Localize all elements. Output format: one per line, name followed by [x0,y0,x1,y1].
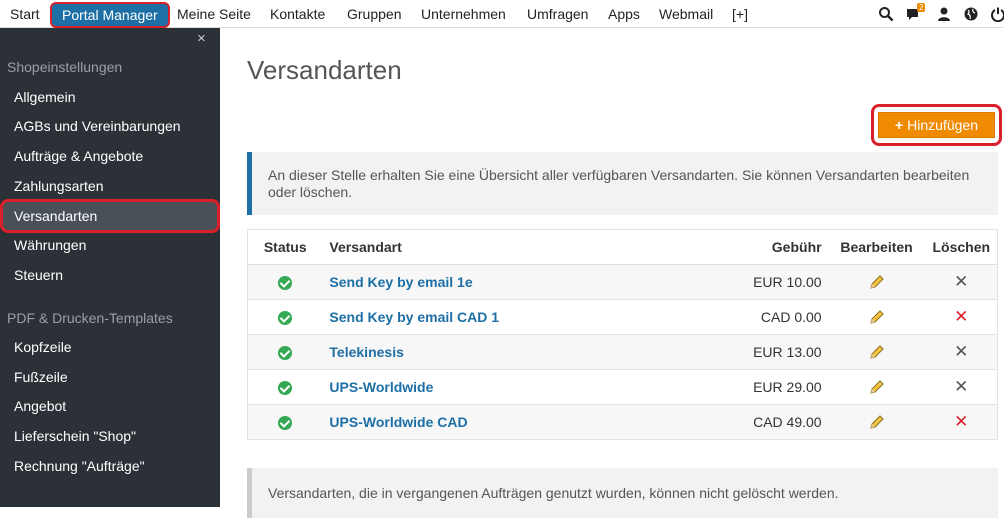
edit-pencil-icon[interactable] [868,413,886,431]
delete-cell: ✕ [925,334,998,370]
table-header-row: Status Versandart Gebühr Bearbeiten Lösc… [247,229,998,265]
fee-cell: CAD 49.00 [683,404,828,440]
nav-unternehmen[interactable]: Unternehmen [421,6,506,22]
fee-cell: EUR 13.00 [683,334,828,370]
status-ok-icon [278,346,293,361]
delete-icon[interactable]: ✕ [954,413,968,430]
header-name[interactable]: Versandart [322,229,684,265]
status-ok-icon [278,416,293,431]
delete-cell: ✕ [925,369,998,405]
nav-meine-seite[interactable]: Meine Seite [177,6,251,22]
sidebar-item-agbs[interactable]: AGBs und Vereinbarungen [14,118,181,134]
sidebar-item-kopfzeile[interactable]: Kopfzeile [14,339,72,355]
edit-cell [827,404,926,440]
status-cell [247,369,323,405]
top-navigation: Start Portal Manager Meine Seite Kontakt… [0,0,1004,28]
info-box: An dieser Stelle erhalten Sie eine Übers… [247,152,998,215]
name-cell: Telekinesis [322,334,684,370]
edit-pencil-icon[interactable] [868,308,886,326]
sidebar-item-rechnung[interactable]: Rechnung "Aufträge" [14,458,145,474]
add-button-label: Hinzufügen [907,117,978,133]
status-ok-icon [278,311,293,326]
sidebar-section-pdf: PDF & Drucken-Templates [7,310,173,326]
status-cell [247,404,323,440]
sidebar-section-shop: Shopeinstellungen [7,59,123,75]
fee-cell: CAD 0.00 [683,299,828,335]
delete-cell: ✕ [925,264,998,300]
header-status[interactable]: Status [247,229,323,265]
table-row: Send Key by email 1e EUR 10.00 ✕ [247,264,998,300]
sidebar-item-fusszeile[interactable]: Fußzeile [14,369,68,385]
sidebar-item-angebot[interactable]: Angebot [14,398,66,414]
delete-icon[interactable]: ✕ [954,308,968,325]
sidebar-item-auftraege[interactable]: Aufträge & Angebote [14,148,143,164]
shipping-method-link[interactable]: UPS-Worldwide [329,379,433,395]
sidebar-item-waehrungen[interactable]: Währungen [14,237,86,253]
nav-kontakte[interactable]: Kontakte [270,6,325,22]
status-ok-icon [278,276,293,291]
shipping-method-link[interactable]: Telekinesis [329,344,403,360]
edit-cell [827,334,926,370]
name-cell: UPS-Worldwide CAD [322,404,684,440]
edit-cell [827,299,926,335]
sidebar: × Shopeinstellungen Allgemein AGBs und V… [0,28,220,507]
nav-umfragen[interactable]: Umfragen [527,6,588,22]
footer-info-box: Versandarten, die in vergangenen Aufträg… [247,468,998,518]
status-cell [247,264,323,300]
shipping-method-link[interactable]: Send Key by email 1e [329,274,472,290]
table-row: Telekinesis EUR 13.00 ✕ [247,334,998,370]
close-icon[interactable]: × [197,30,206,47]
delete-icon: ✕ [954,272,969,291]
shipping-method-link[interactable]: Send Key by email CAD 1 [329,309,499,325]
search-icon[interactable] [878,6,894,22]
sidebar-item-lieferschein[interactable]: Lieferschein "Shop" [14,428,136,444]
header-edit: Bearbeiten [827,229,926,265]
status-cell [247,334,323,370]
delete-icon: ✕ [954,342,969,361]
table-row: Send Key by email CAD 1 CAD 0.00 ✕ [247,299,998,335]
fee-cell: EUR 10.00 [683,264,828,300]
delete-cell: ✕ [925,404,998,440]
add-button[interactable]: + Hinzufügen [878,112,995,138]
header-fee[interactable]: Gebühr [683,229,828,265]
name-cell: Send Key by email CAD 1 [322,299,684,335]
nav-start[interactable]: Start [10,6,40,22]
name-cell: Send Key by email 1e [322,264,684,300]
sidebar-item-zahlungsarten[interactable]: Zahlungsarten [14,178,104,194]
nav-more[interactable]: [+] [732,6,748,22]
delete-icon: ✕ [954,377,969,396]
nav-portal-manager[interactable]: Portal Manager [50,2,170,28]
sidebar-item-versandarten[interactable]: Versandarten [0,199,220,233]
edit-pencil-icon[interactable] [868,378,886,396]
fee-cell: EUR 29.00 [683,369,828,405]
name-cell: UPS-Worldwide [322,369,684,405]
edit-pencil-icon[interactable] [868,273,886,291]
delete-cell: ✕ [925,299,998,335]
user-icon[interactable] [936,6,952,22]
shipping-methods-table: Status Versandart Gebühr Bearbeiten Lösc… [247,229,998,440]
table-row: UPS-Worldwide CAD CAD 49.00 ✕ [247,404,998,440]
sidebar-item-allgemein[interactable]: Allgemein [14,89,75,105]
table-row: UPS-Worldwide EUR 29.00 ✕ [247,369,998,405]
edit-pencil-icon[interactable] [868,343,886,361]
globe-icon[interactable] [963,6,979,22]
edit-cell [827,369,926,405]
page-title: Versandarten [247,55,402,85]
shipping-method-link[interactable]: UPS-Worldwide CAD [329,414,467,430]
nav-apps[interactable]: Apps [608,6,640,22]
notification-badge: 2 [917,3,926,12]
edit-cell [827,264,926,300]
sidebar-item-steuern[interactable]: Steuern [14,267,63,283]
status-ok-icon [278,381,293,396]
power-icon[interactable] [990,6,1004,22]
status-cell [247,299,323,335]
plus-icon: + [894,117,904,133]
nav-gruppen[interactable]: Gruppen [347,6,401,22]
header-delete: Löschen [925,229,998,265]
nav-webmail[interactable]: Webmail [659,6,713,22]
